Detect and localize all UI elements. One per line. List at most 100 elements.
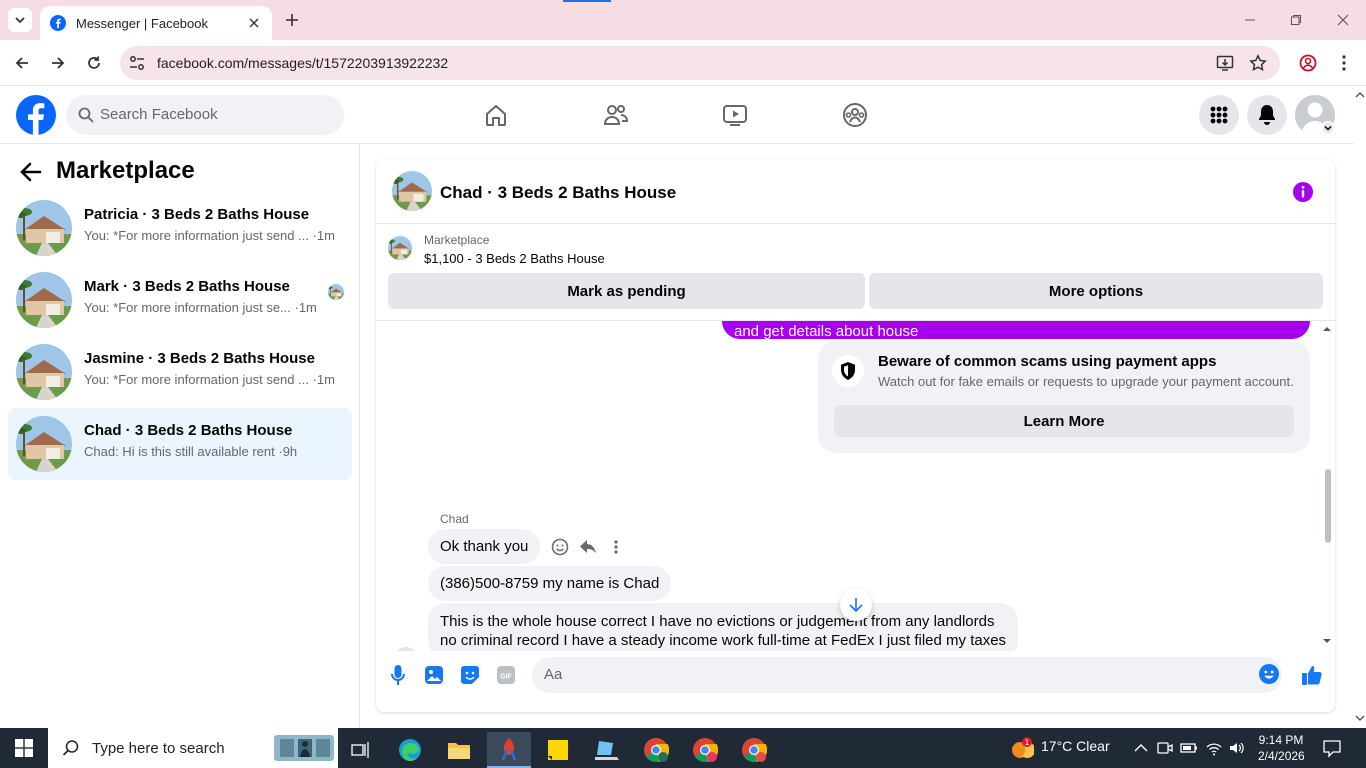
facebook-favicon-icon [50,15,66,31]
conversation-item-jasmine[interactable]: Jasmine · 3 Beds 2 Baths House You: *For… [8,336,352,408]
taskbar-chrome-1[interactable] [634,732,678,768]
scroll-down-arrow-icon[interactable] [1320,637,1334,645]
profile-button[interactable] [1296,51,1320,75]
forward-button[interactable] [46,51,70,75]
taskbar-chrome-3[interactable] [732,732,776,768]
nav-friends[interactable] [602,101,630,129]
chat-title[interactable]: Chad · 3 Beds 2 Baths House [440,183,676,203]
listing-title[interactable]: $1,100 - 3 Beds 2 Baths House [424,251,605,266]
start-button[interactable] [0,728,48,768]
meet-now-icon[interactable] [1156,739,1174,757]
received-message[interactable]: Ok thank you [428,529,541,564]
address-bar[interactable]: facebook.com/messages/t/1572203913922232 [120,46,1280,80]
gif-button[interactable]: GIF [494,663,518,687]
window-close-button[interactable] [1333,10,1353,30]
weather-text[interactable]: 17°C Clear [1041,738,1110,754]
mark-as-pending-button[interactable]: Mark as pending [388,273,865,309]
chevron-up-icon[interactable] [1132,739,1150,757]
sent-message-text: and get details about house [734,323,919,340]
chat-avatar[interactable] [392,171,432,211]
received-message[interactable]: This is the whole house correct I have n… [428,603,1019,651]
nav-groups[interactable] [841,101,869,129]
url-text[interactable]: facebook.com/messages/t/1572203913922232 [157,55,448,71]
scroll-up-arrow-icon[interactable] [1354,91,1366,99]
bookmark-star-icon[interactable] [1249,54,1267,72]
facebook-logo-icon[interactable] [16,95,56,135]
received-message[interactable]: (386)500-8759 my name is Chad [428,566,672,601]
scroll-to-bottom-button[interactable] [840,589,872,621]
security-subtitle: Watch out for fake emails or requests to… [878,374,1294,389]
taskbar-clock[interactable]: 9:14 PM 2/4/2026 [1258,732,1305,764]
house-photo [392,171,432,211]
tab-search-button[interactable] [8,8,32,32]
browser-menu-button[interactable] [1332,51,1356,75]
install-app-icon[interactable] [1216,54,1234,72]
account-menu-badge[interactable] [1321,121,1335,135]
new-tab-button[interactable] [282,10,302,30]
back-arrow-icon[interactable] [18,159,44,185]
taskbar-search[interactable]: Type here to search [48,728,338,768]
taskbar-edge[interactable] [388,732,432,768]
weather-icon[interactable]: 1 [1008,736,1034,760]
microphone-icon [391,665,405,685]
task-view-button[interactable] [338,732,382,768]
more-options-button[interactable]: More options [869,273,1323,309]
message-more-button[interactable] [606,537,626,557]
plus-icon [286,14,298,26]
taskbar-sticky-notes[interactable] [536,732,580,768]
facebook-search[interactable]: Search Facebook [66,95,344,135]
info-icon[interactable] [1292,181,1314,203]
edge-icon [399,739,421,761]
sticker-button[interactable] [458,663,482,687]
scroll-down-arrow-icon[interactable] [1354,714,1366,722]
minimize-button[interactable] [1240,10,1260,30]
site-settings-icon[interactable] [128,54,146,72]
taskbar-file-explorer[interactable] [437,732,481,768]
message-composer: GIF Aa [376,651,1335,712]
wifi-icon[interactable] [1205,739,1223,757]
chevron-down-icon [1324,125,1332,131]
message-input[interactable]: Aa [532,657,1282,693]
notification-center-icon[interactable] [1322,738,1342,758]
conversation-item-chad[interactable]: Chad · 3 Beds 2 Baths House Chad: Hi is … [8,408,352,480]
battery-icon[interactable] [1180,739,1198,757]
message-text: no criminal record I have a steady incom… [440,632,1007,649]
taskbar-active-app[interactable] [487,732,531,768]
nav-home[interactable] [482,101,510,129]
tabstrip-accent [563,0,611,2]
notifications-button[interactable] [1247,95,1287,135]
smiley-icon [551,538,569,556]
conversation-name: Patricia · 3 Beds 2 Baths House [84,206,310,223]
tab-close-button[interactable] [246,15,262,31]
reply-button[interactable] [578,537,598,557]
voice-clip-button[interactable] [386,663,410,687]
listing-thumbnail[interactable] [388,236,412,260]
reload-button[interactable] [82,51,106,75]
like-send-button[interactable] [1300,663,1324,687]
house-photo [16,344,72,400]
sent-message[interactable]: and get details about house [722,321,1310,340]
taskbar-laptop-app[interactable] [585,732,629,768]
search-icon [62,740,79,756]
conversation-snippet: You: *For more information just send ...… [84,372,335,387]
restore-button[interactable] [1286,10,1306,30]
nav-video[interactable] [721,101,749,129]
react-button[interactable] [550,537,570,557]
conversation-item-mark[interactable]: Mark · 3 Beds 2 Baths House You: *For mo… [8,264,352,336]
volume-icon[interactable] [1228,739,1246,757]
browser-tab[interactable]: Messenger | Facebook [40,6,272,40]
emoji-icon[interactable] [1258,663,1280,685]
message-scrollbar[interactable] [1320,321,1334,651]
back-button[interactable] [10,51,34,75]
menu-button[interactable] [1199,95,1239,135]
page-scrollbar[interactable] [1354,87,1366,728]
scroll-up-arrow-icon[interactable] [1320,325,1334,333]
taskbar-chrome-2[interactable] [683,732,727,768]
message-list[interactable]: and get details about house Beware of co… [376,321,1335,651]
conversation-item-patricia[interactable]: Patricia · 3 Beds 2 Baths House You: *Fo… [8,192,352,264]
attach-media-button[interactable] [422,663,446,687]
learn-more-button[interactable]: Learn More [834,405,1294,437]
scrollbar-thumb[interactable] [1325,469,1331,543]
message-input-placeholder: Aa [544,666,563,683]
arrow-down-icon [849,598,863,613]
